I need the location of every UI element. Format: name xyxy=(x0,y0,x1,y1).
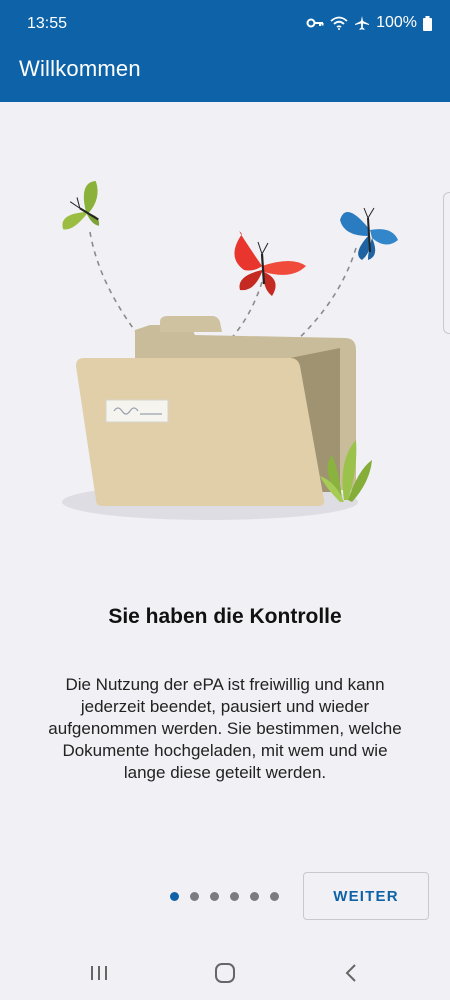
page-indicator xyxy=(170,892,279,901)
page-dot-5 xyxy=(250,892,259,901)
page-title: Willkommen xyxy=(19,56,141,81)
status-bar: 13:55 100% xyxy=(0,0,450,48)
wifi-icon xyxy=(330,16,348,30)
onboarding-body: Die Nutzung der ePA ist freiwillig und k… xyxy=(48,675,402,782)
system-navigation-bar xyxy=(0,950,450,1000)
status-icons: 100% xyxy=(306,14,432,32)
page-dot-4 xyxy=(230,892,239,901)
battery-label: 100% xyxy=(376,14,417,31)
status-time: 13:55 xyxy=(27,15,68,32)
page-dot-6 xyxy=(270,892,279,901)
recent-apps-icon[interactable] xyxy=(84,960,114,986)
onboarding-illustration xyxy=(40,170,400,530)
page-dot-2 xyxy=(190,892,199,901)
onboarding-headline: Sie haben die Kontrolle xyxy=(108,605,342,628)
app-header: 13:55 100% Willkommen xyxy=(0,0,450,102)
next-button[interactable]: WEITER xyxy=(303,872,429,920)
back-icon[interactable] xyxy=(336,960,366,986)
airplane-icon xyxy=(354,15,370,31)
edge-panel-handle[interactable] xyxy=(443,192,450,334)
home-icon[interactable] xyxy=(210,960,240,986)
page-dot-1 xyxy=(170,892,179,901)
page-dot-3 xyxy=(210,892,219,901)
vpn-key-icon xyxy=(306,17,324,29)
battery-icon xyxy=(423,15,432,31)
